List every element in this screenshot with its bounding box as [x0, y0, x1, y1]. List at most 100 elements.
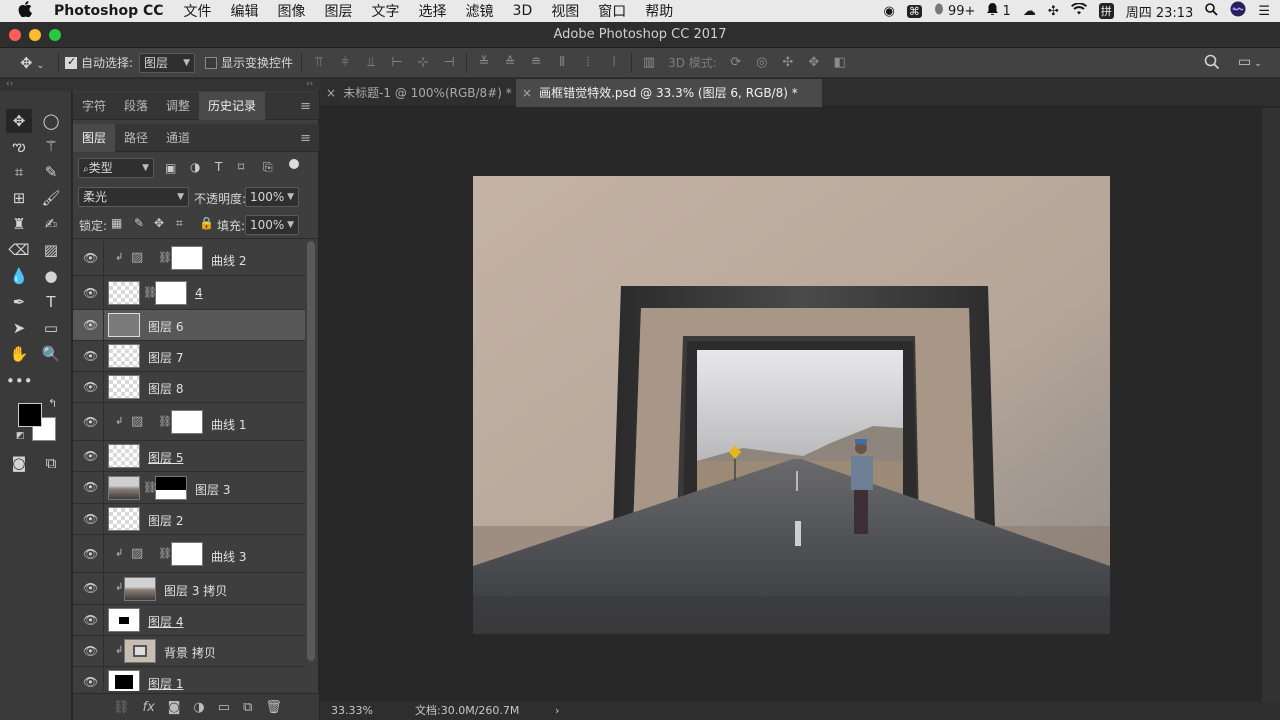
panel-menu-icon[interactable]: ≡ [300, 99, 311, 114]
layer-row[interactable]: 👁 ↲ ▨ ⛓ 曲线 1 [73, 403, 305, 441]
zoom-window-button[interactable] [49, 29, 61, 41]
input-method-icon[interactable]: 拼 [1098, 3, 1114, 19]
mask-thumbnail[interactable] [155, 476, 187, 500]
layer-thumbnail[interactable] [108, 344, 140, 368]
layer-row-selected[interactable]: 👁 图层 6 [73, 310, 305, 341]
layer-thumbnail[interactable] [108, 281, 140, 305]
align-vcenter-icon[interactable]: ⫩ [332, 55, 358, 70]
visibility-eye-icon[interactable]: 👁 [83, 581, 98, 595]
photo-thumbnail[interactable] [108, 476, 140, 500]
lock-pixels-icon[interactable]: ✎ [134, 216, 144, 230]
brush-tool-icon[interactable]: 🖌 [38, 186, 64, 210]
menu-layer[interactable]: 图层 [325, 1, 353, 21]
layer-name[interactable]: 图层 8 [148, 380, 183, 397]
layer-filter-dropdown[interactable]: ⌕类型 ▼ [78, 158, 154, 178]
auto-select-target-dropdown[interactable]: 图层 ▼ [139, 52, 196, 73]
crop-tool-icon[interactable]: ⌗ [6, 160, 32, 184]
opacity-field[interactable]: 100% ▼ [245, 187, 299, 207]
distribute-right-icon[interactable]: ⦚ [601, 55, 627, 70]
siri-icon[interactable] [1230, 1, 1246, 21]
status-menu-arrow-icon[interactable]: › [555, 702, 559, 720]
history-brush-tool-icon[interactable]: ✍ [38, 212, 64, 236]
visibility-eye-icon[interactable]: 👁 [83, 644, 98, 658]
distribute-hcenter-icon[interactable]: ⦙ [575, 55, 601, 70]
visibility-eye-icon[interactable]: 👁 [83, 480, 98, 494]
menu-filter[interactable]: 滤镜 [466, 1, 494, 21]
visibility-eye-icon[interactable]: 👁 [83, 675, 98, 689]
dodge-tool-icon[interactable]: ● [38, 264, 64, 288]
tab-paragraph[interactable]: 段落 [115, 92, 157, 120]
layer-name[interactable]: 背景 拷贝 [164, 644, 216, 661]
mask-thumbnail[interactable] [171, 410, 203, 434]
tab-adjustments[interactable]: 调整 [157, 92, 199, 120]
filter-adjustment-icon[interactable]: ◑ [190, 160, 200, 174]
clone-stamp-tool-icon[interactable]: ♜ [6, 212, 32, 236]
visibility-eye-icon[interactable]: 👁 [83, 286, 98, 300]
foreground-color-swatch[interactable] [18, 403, 42, 427]
new-adjustment-icon[interactable]: ◑ [193, 700, 204, 715]
layer-row[interactable]: 👁 ↲ ▨ ⛓ 曲线 3 [73, 535, 305, 573]
align-top-icon[interactable]: ⫪ [306, 55, 332, 70]
menu-window[interactable]: 窗口 [598, 1, 626, 21]
lock-position-icon[interactable]: ✥ [154, 216, 164, 230]
fan-icon[interactable]: ✣ [1048, 4, 1059, 19]
apple-icon[interactable] [18, 1, 38, 21]
mask-thumbnail[interactable] [171, 246, 203, 270]
blur-tool-icon[interactable]: 💧 [6, 264, 32, 288]
panel-menu-icon[interactable]: ≡ [300, 131, 311, 146]
layer-name[interactable]: 图层 3 [195, 481, 230, 498]
bell-icon[interactable]: 1 [987, 3, 1011, 19]
close-tab-icon[interactable]: × [326, 86, 336, 100]
lock-artboard-icon[interactable]: ⌗ [176, 216, 183, 231]
layer-thumbnail[interactable] [108, 313, 140, 337]
tab-character[interactable]: 字符 [73, 92, 115, 120]
tab-history[interactable]: 历史记录 [199, 91, 266, 120]
chain-link-icon[interactable]: ⛓ [158, 251, 172, 264]
canvas-workspace[interactable] [320, 108, 1262, 702]
layer-name[interactable]: 图层 3 拷贝 [164, 582, 227, 599]
layer-name[interactable]: 图层 2 [148, 512, 183, 529]
distribute-left-icon[interactable]: ⦀ [549, 55, 575, 70]
document-canvas[interactable] [473, 176, 1110, 634]
layer-row[interactable]: 👁 ⛓ 4 [73, 276, 305, 310]
align-bottom-icon[interactable]: ⫫ [358, 55, 384, 70]
blend-mode-dropdown[interactable]: 柔光 ▼ [78, 187, 189, 207]
document-tab-active[interactable]: × 画框错觉特效.psd @ 33.3% (图层 6, RGB/8) * [516, 79, 822, 107]
visibility-eye-icon[interactable]: 👁 [83, 415, 98, 429]
collapse-toolbar-icon[interactable]: ‹‹ [6, 79, 13, 89]
command-icon[interactable]: ⌘ [906, 4, 922, 18]
workspace-switcher-icon[interactable]: ▭ ⌄ [1238, 54, 1262, 70]
filter-toggle-icon[interactable] [289, 159, 299, 177]
layer-row[interactable]: 👁 ↲ 图层 3 拷贝 [73, 573, 305, 605]
tab-channels[interactable]: 通道 [157, 124, 199, 152]
chain-link-icon[interactable]: ⛓ [158, 547, 172, 560]
layer-thumbnail[interactable] [124, 639, 156, 663]
slide-3d-icon[interactable]: ✥ [801, 55, 827, 70]
scale-3d-icon[interactable]: ◧ [827, 55, 853, 70]
close-tab-icon[interactable]: × [522, 86, 532, 100]
more-tools-icon[interactable]: ••• [6, 369, 33, 393]
layer-name[interactable]: 图层 4 [148, 613, 183, 630]
layer-row[interactable]: 👁 图层 2 [73, 504, 305, 535]
visibility-eye-icon[interactable]: 👁 [83, 613, 98, 627]
zoom-tool-icon[interactable]: 🔍 [38, 342, 64, 366]
layer-row[interactable]: 👁 ↲ ▨ ⛓ 曲线 2 [73, 241, 305, 276]
visibility-eye-icon[interactable]: 👁 [83, 251, 98, 265]
layer-name[interactable]: 图层 6 [148, 318, 183, 335]
lock-all-icon[interactable]: 🔒 [199, 216, 214, 230]
swap-colors-icon[interactable]: ↰ [48, 397, 57, 410]
distribute-vcenter-icon[interactable]: ≙ [497, 55, 523, 70]
document-tab[interactable]: × 未标题-1 @ 100%(RGB/8#) * [320, 79, 512, 107]
layer-name[interactable]: 曲线 2 [211, 252, 246, 269]
delete-layer-trash-icon[interactable]: 🗑 [265, 700, 282, 715]
document-size-info[interactable]: 文档:30.0M/260.7M [415, 702, 519, 720]
menu-image[interactable]: 图像 [278, 1, 306, 21]
hand-tool-icon[interactable]: ✋ [6, 342, 32, 366]
layer-row[interactable]: 👁 ↲ 背景 拷贝 [73, 636, 305, 667]
layer-name[interactable]: 图层 1 [148, 675, 183, 691]
align-left-icon[interactable]: ⊢ [384, 55, 410, 70]
auto-select-checkbox[interactable] [65, 55, 77, 69]
type-tool-icon[interactable]: T [38, 290, 64, 314]
layer-row[interactable]: 👁 图层 8 [73, 372, 305, 403]
screen-mode-icon[interactable]: ⧉ [38, 451, 64, 475]
